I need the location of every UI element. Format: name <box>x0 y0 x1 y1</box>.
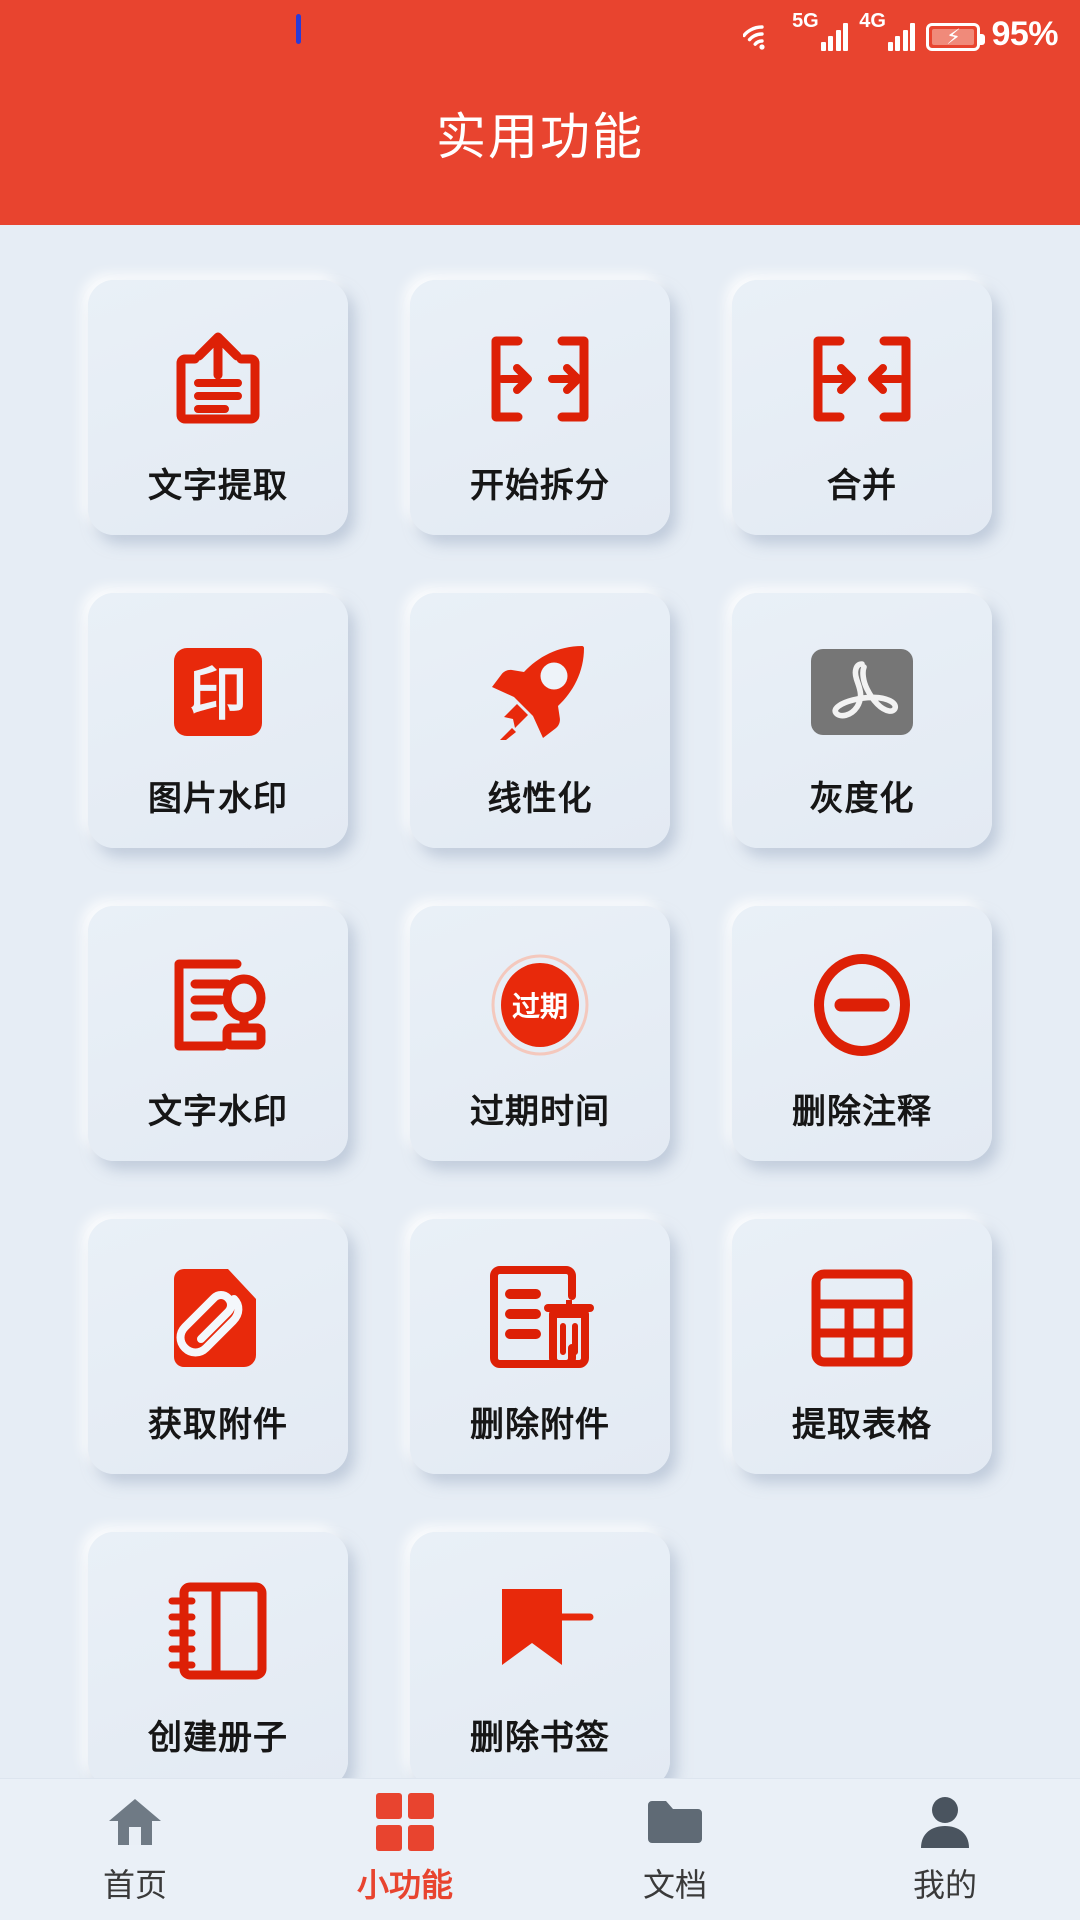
expire-stamp-icon: 过期 <box>476 946 604 1064</box>
app-screen: 实用功能 5G 4G ⚡ 95% 文字提取 开始拆分 合并 印 图片水印 线性化… <box>0 0 1080 1920</box>
camera-notch-indicator <box>296 14 301 44</box>
person-icon <box>917 1793 973 1851</box>
attachment-get-icon <box>154 1259 282 1377</box>
functions-grid: 文字提取 开始拆分 合并 印 图片水印 线性化 灰度化 文字水印 过期 过期时间… <box>0 280 1080 1780</box>
function-label: 创建册子 <box>148 1719 288 1757</box>
rocket-icon <box>476 633 604 751</box>
nav-label: 首页 <box>102 1867 167 1903</box>
merge-icon <box>798 320 926 438</box>
function-label: 合并 <box>827 467 897 505</box>
function-card-image-watermark[interactable]: 印 图片水印 <box>88 593 348 848</box>
home-icon <box>105 1793 165 1851</box>
function-label: 删除书签 <box>470 1719 610 1757</box>
function-card-merge[interactable]: 合并 <box>732 280 992 535</box>
function-card-text-extract[interactable]: 文字提取 <box>88 280 348 535</box>
nav-label: 文档 <box>642 1867 707 1903</box>
function-label: 文字水印 <box>148 1093 288 1131</box>
functions-scroll-area[interactable]: 文字提取 开始拆分 合并 印 图片水印 线性化 灰度化 文字水印 过期 过期时间… <box>0 225 1080 1780</box>
function-card-get-attachment[interactable]: 获取附件 <box>88 1219 348 1474</box>
signal-4g: 4G <box>859 11 916 51</box>
battery-charging-icon: ⚡ <box>926 23 986 51</box>
battery-percent-label: 95% <box>991 15 1058 53</box>
pdf-grayscale-icon <box>798 633 926 751</box>
nav-tab-tools[interactable]: 小功能 <box>270 1793 540 1906</box>
function-card-remove-annotation[interactable]: 删除注释 <box>732 906 992 1161</box>
function-card-linearize[interactable]: 线性化 <box>410 593 670 848</box>
folder-icon <box>644 1793 706 1851</box>
nav-tab-profile[interactable]: 我的 <box>810 1793 1080 1906</box>
image-watermark-icon: 印 <box>154 633 282 751</box>
function-card-grayscale[interactable]: 灰度化 <box>732 593 992 848</box>
nav-label: 小功能 <box>356 1867 453 1903</box>
function-label: 灰度化 <box>809 780 915 818</box>
function-label: 删除附件 <box>470 1406 610 1444</box>
function-label: 删除注释 <box>792 1093 932 1131</box>
signal-5g: 5G <box>792 11 849 51</box>
split-icon <box>476 320 604 438</box>
nav-label: 我的 <box>912 1867 977 1903</box>
function-card-text-watermark[interactable]: 文字水印 <box>88 906 348 1161</box>
remove-annotation-icon <box>798 946 926 1064</box>
text-watermark-icon <box>154 946 282 1064</box>
function-card-delete-attachment[interactable]: 删除附件 <box>410 1219 670 1474</box>
grid-apps-icon <box>376 1793 434 1851</box>
wifi-icon <box>743 21 781 51</box>
table-extract-icon <box>798 1259 926 1377</box>
function-card-split[interactable]: 开始拆分 <box>410 280 670 535</box>
attachment-delete-icon <box>476 1259 604 1377</box>
function-label: 线性化 <box>487 780 593 818</box>
status-bar: 5G 4G ⚡ 95% <box>0 0 1080 62</box>
bottom-navigation: 首页 小功能 文档 我的 <box>0 1778 1080 1920</box>
signal-bars-icon <box>887 21 916 51</box>
nav-tab-home[interactable]: 首页 <box>0 1793 270 1906</box>
nav-tab-documents[interactable]: 文档 <box>540 1793 810 1906</box>
function-label: 文字提取 <box>148 467 288 505</box>
page-title: 实用功能 <box>436 109 644 165</box>
function-card-create-booklet[interactable]: 创建册子 <box>88 1532 348 1780</box>
text-extract-icon <box>154 320 282 438</box>
function-card-expire-time[interactable]: 过期 过期时间 <box>410 906 670 1161</box>
function-label: 获取附件 <box>148 1406 288 1444</box>
function-card-extract-table[interactable]: 提取表格 <box>732 1219 992 1474</box>
create-booklet-icon <box>154 1572 282 1690</box>
delete-bookmark-icon <box>476 1572 604 1690</box>
signal-bars-icon <box>820 21 849 51</box>
function-label: 过期时间 <box>470 1093 610 1131</box>
svg-text:过期: 过期 <box>512 991 568 1022</box>
function-label: 提取表格 <box>792 1406 932 1444</box>
function-label: 开始拆分 <box>470 467 610 505</box>
function-label: 图片水印 <box>148 780 288 818</box>
function-card-delete-bookmark[interactable]: 删除书签 <box>410 1532 670 1780</box>
svg-text:印: 印 <box>189 662 247 727</box>
